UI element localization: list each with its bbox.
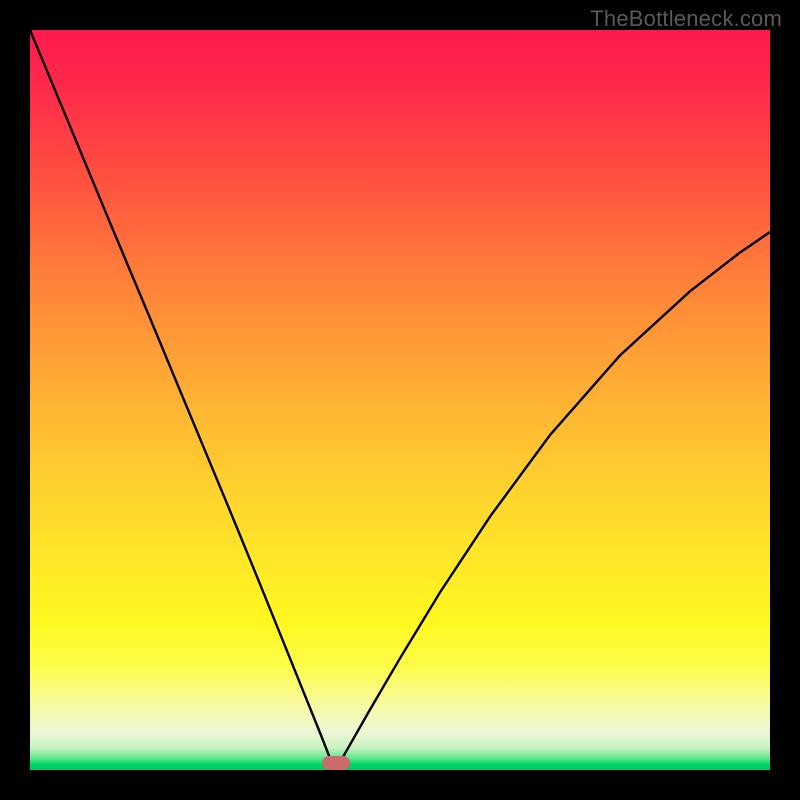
chart-frame: TheBottleneck.com <box>0 0 800 800</box>
plot-area <box>30 30 770 770</box>
minimum-marker <box>322 756 350 770</box>
curve-right-branch <box>336 232 770 770</box>
watermark-label: TheBottleneck.com <box>590 6 782 32</box>
bottleneck-curve <box>30 30 770 770</box>
curve-left-branch <box>30 30 336 770</box>
